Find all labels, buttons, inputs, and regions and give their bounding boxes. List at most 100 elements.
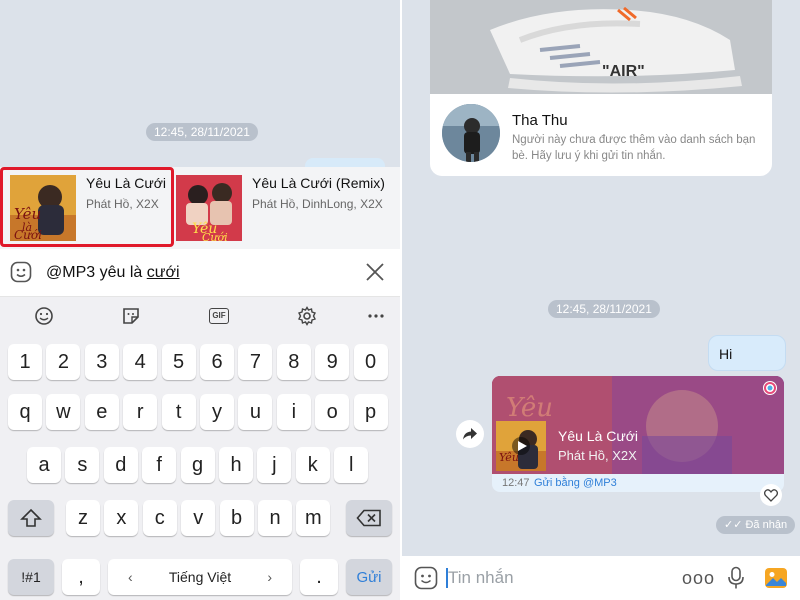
key-5[interactable]: 5	[161, 344, 196, 380]
music-message-card[interactable]: Yêu Yêu Yêu Là Cưới Phát Hồ, X2X 12:47 G…	[492, 376, 784, 492]
svg-text:Cưới: Cưới	[202, 231, 228, 241]
autocorrect-word: cưới	[146, 264, 180, 281]
chat-timestamp: 12:45, 28/11/2021	[146, 123, 258, 141]
music-suggestions: Yêu là Cưới Yêu Là Cưới Phát Hồ, X2X Yêu…	[0, 167, 400, 249]
key-k[interactable]: k	[295, 447, 330, 483]
sent-message-bubble[interactable]: Hi	[708, 335, 786, 371]
cover-photo: "AIR"	[430, 0, 772, 94]
key-j[interactable]: j	[257, 447, 292, 483]
song-suggestion[interactable]: Yêu Cưới Yêu Là Cưới (Remix) Phát Hồ, Di…	[176, 167, 400, 249]
key-i[interactable]: i	[276, 394, 311, 430]
key-o[interactable]: o	[315, 394, 350, 430]
key-s[interactable]: s	[65, 447, 100, 483]
settings-icon[interactable]	[296, 305, 318, 327]
input-text: @MP3 yêu là	[46, 264, 147, 281]
key-q[interactable]: q	[8, 394, 42, 430]
key-x[interactable]: x	[104, 500, 139, 536]
key-r[interactable]: r	[123, 394, 158, 430]
delivery-status: ✓✓ Đã nhận	[716, 516, 796, 534]
key-e[interactable]: e	[84, 394, 119, 430]
message-input[interactable]: @MP3 yêu là cưới	[46, 264, 180, 282]
album-cover: Yêu	[496, 421, 546, 471]
zing-mp3-icon	[763, 381, 777, 395]
key-3[interactable]: 3	[84, 344, 119, 380]
chevron-right-icon: ›	[267, 569, 272, 585]
key-y[interactable]: y	[200, 394, 234, 430]
album-cover: Yêu Cưới	[176, 175, 242, 241]
key-v[interactable]: v	[181, 500, 216, 536]
emoji-icon[interactable]	[414, 566, 438, 590]
song-artist: Phát Hồ, DinhLong, X2X	[252, 197, 383, 211]
music-title: Yêu Là Cưới	[558, 428, 639, 444]
stranger-warning: Người này chưa được thêm vào danh sách b…	[512, 134, 756, 162]
key-z[interactable]: z	[66, 500, 100, 536]
period-key[interactable]: .	[300, 559, 338, 595]
album-cover: Yêu là Cưới	[10, 175, 76, 241]
song-title: Yêu Là Cưới (Remix)	[252, 175, 385, 191]
profile-name: Tha Thu	[512, 112, 568, 129]
message-time: 12:47	[502, 477, 530, 489]
key-4[interactable]: 4	[123, 344, 158, 380]
gif-icon[interactable]: GIF	[208, 305, 230, 327]
heart-icon	[764, 488, 778, 502]
key-t[interactable]: t	[161, 394, 196, 430]
symbols-key[interactable]: !#1	[8, 559, 54, 595]
stranger-profile-card[interactable]: "AIR" Tha Thu Người này chưa được thêm v…	[430, 0, 772, 176]
song-suggestion[interactable]: Yêu là Cưới Yêu Là Cưới Phát Hồ, X2X	[0, 167, 174, 247]
key-p[interactable]: p	[353, 394, 388, 430]
emoji-icon[interactable]	[10, 261, 32, 283]
message-input[interactable]: Tin nhắn	[448, 568, 514, 588]
shoe-text: "AIR"	[602, 63, 645, 80]
shift-icon	[20, 508, 42, 527]
shift-key[interactable]	[8, 500, 54, 536]
close-icon[interactable]	[364, 261, 386, 283]
key-c[interactable]: c	[142, 500, 177, 536]
key-2[interactable]: 2	[46, 344, 81, 380]
share-button[interactable]	[456, 420, 484, 448]
avatar[interactable]	[442, 104, 500, 162]
right-screenshot: "AIR" Tha Thu Người này chưa được thêm v…	[402, 0, 800, 600]
key-w[interactable]: w	[46, 394, 81, 430]
react-button[interactable]	[760, 484, 782, 506]
key-8[interactable]: 8	[276, 344, 311, 380]
chevron-left-icon: ‹	[128, 569, 133, 585]
music-card-footer: 12:47 Gửi bằng @MP3	[492, 474, 784, 492]
key-a[interactable]: a	[27, 447, 61, 483]
key-u[interactable]: u	[238, 394, 273, 430]
key-b[interactable]: b	[219, 500, 254, 536]
backspace-key[interactable]	[346, 500, 392, 536]
send-key[interactable]: Gửi	[346, 559, 392, 595]
key-d[interactable]: d	[103, 447, 138, 483]
song-artist: Phát Hồ, X2X	[86, 197, 159, 211]
key-9[interactable]: 9	[315, 344, 350, 380]
virtual-keyboard: GIF 1234567890 qwertyuiop asdfghjkl zxcvbnm…	[0, 297, 400, 600]
keyboard-toolbar: GIF	[0, 297, 400, 335]
message-input-row: @MP3 yêu là cưới	[0, 249, 400, 297]
microphone-icon[interactable]	[726, 566, 746, 590]
more-icon[interactable]	[365, 305, 387, 327]
comma-key[interactable]: ,	[62, 559, 100, 595]
key-g[interactable]: g	[180, 447, 215, 483]
chat-timestamp: 12:45, 28/11/2021	[548, 300, 660, 318]
key-6[interactable]: 6	[200, 344, 234, 380]
forward-icon	[463, 428, 477, 440]
image-gallery-icon[interactable]	[764, 566, 788, 590]
more-options-icon[interactable]: ooo	[682, 568, 715, 589]
key-l[interactable]: l	[334, 447, 369, 483]
space-key[interactable]: ‹ Tiếng Việt ›	[108, 559, 292, 595]
svg-text:Cưới: Cưới	[14, 228, 42, 241]
song-title: Yêu Là Cưới	[86, 175, 167, 191]
music-artist: Phát Hồ, X2X	[558, 448, 637, 463]
sent-via-link[interactable]: Gửi bằng @MP3	[534, 474, 617, 492]
key-f[interactable]: f	[142, 447, 177, 483]
sticker-icon[interactable]	[120, 305, 142, 327]
language-label: Tiếng Việt	[168, 569, 232, 585]
key-n[interactable]: n	[258, 500, 292, 536]
key-1[interactable]: 1	[8, 344, 42, 380]
left-screenshot: 12:45, 28/11/2021 Yêu là Cưới Yêu Là Cướ…	[0, 0, 400, 600]
key-m[interactable]: m	[296, 500, 331, 536]
emoji-icon[interactable]	[33, 305, 55, 327]
key-7[interactable]: 7	[238, 344, 273, 380]
key-h[interactable]: h	[219, 447, 253, 483]
key-0[interactable]: 0	[353, 344, 388, 380]
